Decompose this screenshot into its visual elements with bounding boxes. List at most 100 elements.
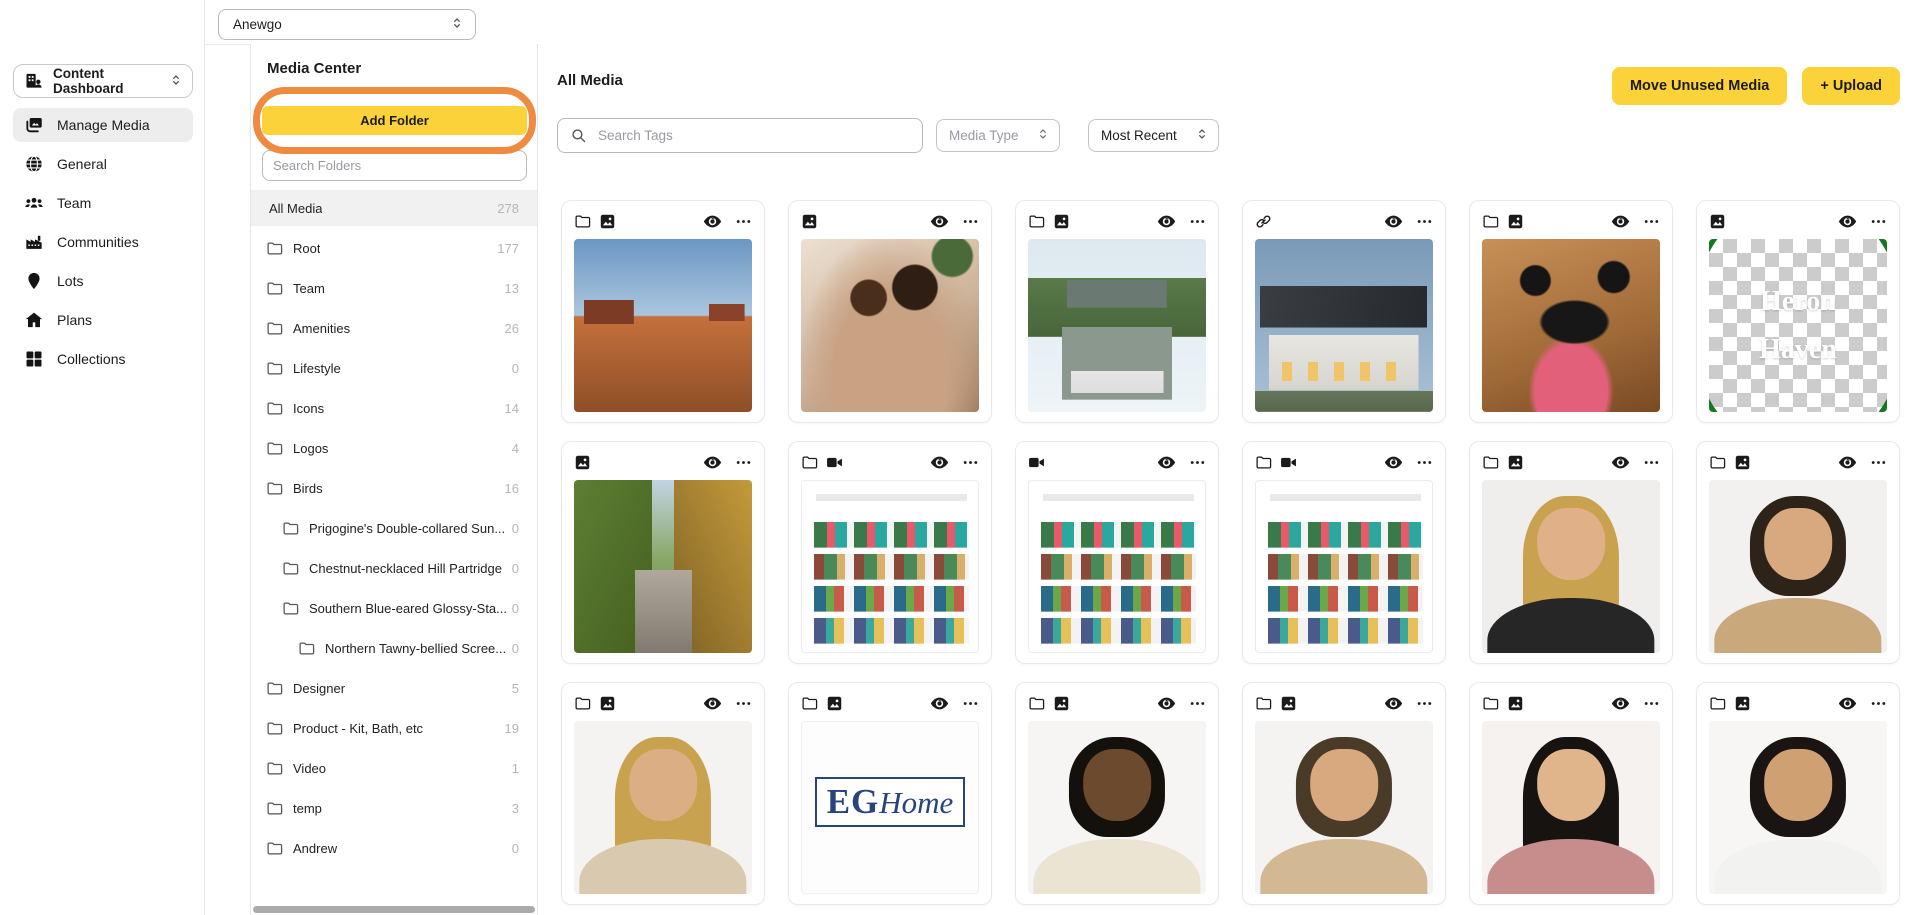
more-options-icon[interactable] [1643,454,1660,471]
folder-row-icons[interactable]: Icons14 [251,390,537,426]
folder-row-video[interactable]: Video1 [251,750,537,786]
image-icon [801,213,818,230]
more-options-icon[interactable] [1870,695,1887,712]
preview-eye-icon[interactable] [930,694,949,713]
folder-row-temp[interactable]: temp3 [251,790,537,826]
preview-eye-icon[interactable] [1838,694,1857,713]
more-options-icon[interactable] [1416,213,1433,230]
card-type-icons [1709,454,1751,471]
more-options-icon[interactable] [1870,213,1887,230]
sidebar-item-manage-media[interactable]: Manage Media [13,108,193,142]
upload-button[interactable]: + Upload [1802,67,1900,105]
preview-eye-icon[interactable] [1611,453,1630,472]
media-thumbnail[interactable] [1482,239,1660,412]
folder-row-northern-tawny-bellied-scree[interactable]: Northern Tawny-bellied Scree...0 [251,630,537,666]
preview-eye-icon[interactable] [930,212,949,231]
folder-label: Product - Kit, Bath, etc [293,721,423,736]
preview-eye-icon[interactable] [1838,212,1857,231]
folder-row-chestnut-necklaced-hill-partridge[interactable]: Chestnut-necklaced Hill Partridge0 [251,550,537,586]
folder-label: Lifestyle [293,361,341,376]
move-unused-media-button[interactable]: Move Unused Media [1612,67,1787,105]
folder-row-prigogine-s-double-collared-sun[interactable]: Prigogine's Double-collared Sun...0 [251,510,537,546]
more-options-icon[interactable] [1643,213,1660,230]
preview-eye-icon[interactable] [703,212,722,231]
media-thumbnail[interactable] [574,721,752,894]
preview-eye-icon[interactable] [1838,453,1857,472]
media-thumbnail[interactable] [1255,721,1433,894]
more-options-icon[interactable] [1189,213,1206,230]
more-options-icon[interactable] [1416,454,1433,471]
media-thumbnail[interactable] [1028,239,1206,412]
org-select[interactable]: Anewgo [218,9,476,40]
sidebar-item-lots[interactable]: Lots [13,264,193,298]
media-thumbnail[interactable] [801,239,979,412]
folder-row-team[interactable]: Team13 [251,270,537,306]
sidebar-item-collections[interactable]: Collections [13,342,193,376]
preview-eye-icon[interactable] [1157,453,1176,472]
card-actions [1157,212,1206,231]
preview-eye-icon[interactable] [1611,212,1630,231]
media-thumbnail[interactable] [1255,239,1433,412]
folder-icon [298,640,315,657]
folder-label: Birds [293,481,323,496]
preview-eye-icon[interactable] [703,694,722,713]
folder-row-southern-blue-eared-glossy-sta[interactable]: Southern Blue-eared Glossy-Sta...0 [251,590,537,626]
sidebar-item-communities[interactable]: Communities [13,225,193,259]
media-thumbnail[interactable]: EGHome [801,721,979,894]
more-options-icon[interactable] [735,454,752,471]
sort-select[interactable]: Most Recent [1088,119,1219,152]
folder-row-all-media[interactable]: All Media 278 [251,190,537,226]
more-options-icon[interactable] [735,695,752,712]
more-options-icon[interactable] [1643,695,1660,712]
folder-row-andrew[interactable]: Andrew0 [251,830,537,866]
media-thumbnail[interactable] [1028,721,1206,894]
content-dashboard-select[interactable]: Content Dashboard [13,64,193,98]
media-thumbnail[interactable] [574,480,752,653]
folder-panel-scrollbar[interactable] [253,906,535,913]
preview-eye-icon[interactable] [1384,694,1403,713]
folder-row-logos[interactable]: Logos4 [251,430,537,466]
search-folders-input[interactable] [262,150,527,181]
preview-eye-icon[interactable] [703,453,722,472]
more-options-icon[interactable] [1416,695,1433,712]
sidebar-item-team[interactable]: Team [13,186,193,220]
search-tags-input[interactable] [596,127,910,144]
media-thumbnail[interactable] [1482,721,1660,894]
folder-row-birds[interactable]: Birds16 [251,470,537,506]
media-thumbnail[interactable] [1255,480,1433,653]
media-thumbnail[interactable] [801,480,979,653]
preview-eye-icon[interactable] [1157,212,1176,231]
sidebar-item-general[interactable]: General [13,147,193,181]
folder-row-amenities[interactable]: Amenities26 [251,310,537,346]
media-type-select[interactable]: Media Type [936,119,1060,152]
preview-eye-icon[interactable] [1157,694,1176,713]
more-options-icon[interactable] [1189,695,1206,712]
preview-eye-icon[interactable] [930,453,949,472]
scrollbar-thumb[interactable] [253,906,535,913]
more-options-icon[interactable] [962,213,979,230]
card-actions [1157,453,1206,472]
portrait-torso [1260,839,1427,894]
media-thumbnail[interactable] [1028,480,1206,653]
media-card [1242,441,1446,664]
sidebar-item-plans[interactable]: Plans [13,303,193,337]
folder-row-lifestyle[interactable]: Lifestyle0 [251,350,537,386]
more-options-icon[interactable] [735,213,752,230]
preview-eye-icon[interactable] [1384,212,1403,231]
more-options-icon[interactable] [962,695,979,712]
preview-eye-icon[interactable] [1611,694,1630,713]
media-thumbnail[interactable] [1709,721,1887,894]
more-options-icon[interactable] [1870,454,1887,471]
folder-label: Logos [293,441,328,456]
media-thumbnail[interactable]: HeronHaven [1709,239,1887,412]
folder-row-designer[interactable]: Designer5 [251,670,537,706]
media-thumbnail[interactable] [574,239,752,412]
folder-row-root[interactable]: Root177 [251,230,537,266]
more-options-icon[interactable] [962,454,979,471]
preview-eye-icon[interactable] [1384,453,1403,472]
more-options-icon[interactable] [1189,454,1206,471]
add-folder-button[interactable]: Add Folder [262,106,527,135]
media-thumbnail[interactable] [1482,480,1660,653]
media-thumbnail[interactable] [1709,480,1887,653]
folder-row-product-kit-bath-etc[interactable]: Product - Kit, Bath, etc19 [251,710,537,746]
